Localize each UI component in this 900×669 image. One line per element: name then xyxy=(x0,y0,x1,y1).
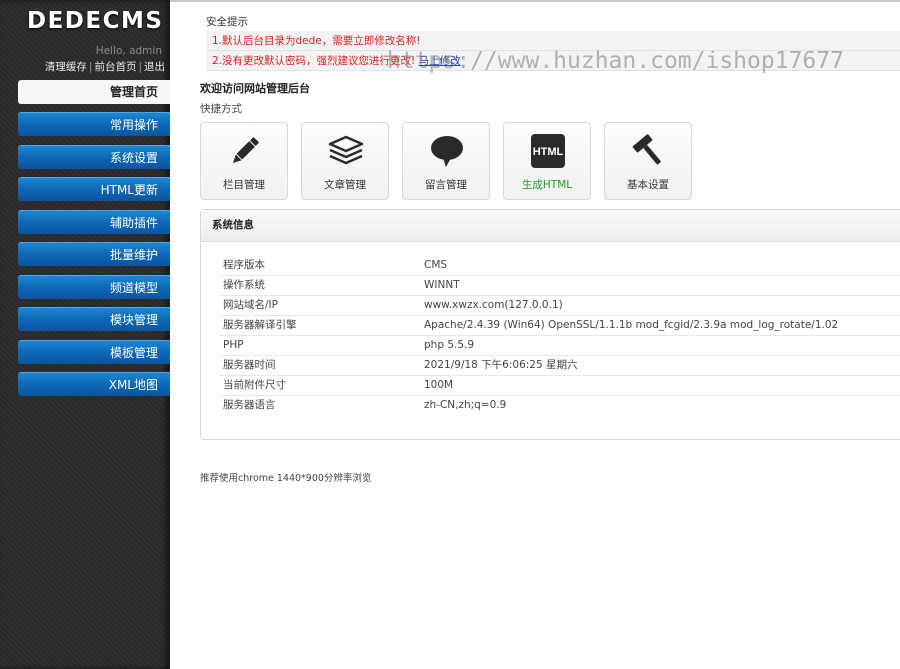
logo: DEDECMS xyxy=(27,8,164,34)
row-key: 服务器时间 xyxy=(223,359,276,371)
nav-item-xml-sitemap[interactable]: XML地图 xyxy=(18,372,170,396)
speech-bubble-icon xyxy=(431,136,463,167)
table-row: PHP php 5.5.9 xyxy=(220,336,900,356)
nav-item-plugins[interactable]: 辅助插件 xyxy=(18,210,170,234)
row-key: 网站域名/IP xyxy=(223,299,278,311)
row-value: zh-CN,zh;q=0.9 xyxy=(424,399,507,411)
table-row: 服务器语言 zh-CN,zh;q=0.9 xyxy=(220,396,900,415)
top-links: 清理缓存 | 前台首页 | 退出 xyxy=(45,59,165,74)
shortcuts-label: 快捷方式 xyxy=(200,103,242,115)
logout-link[interactable]: 退出 xyxy=(144,61,165,73)
pencil-icon xyxy=(232,137,259,164)
nav-item-common-ops[interactable]: 常用操作 xyxy=(18,112,170,136)
row-value: CMS xyxy=(424,259,448,271)
row-value: 100M xyxy=(424,379,454,391)
shortcut-basic-settings[interactable]: 基本设置 xyxy=(604,122,692,200)
table-row: 程序版本 CMS xyxy=(220,256,900,276)
table-row: 服务器时间 2021/9/18 下午6:06:25 星期六 xyxy=(220,356,900,376)
warning-text: 1.默认后台目录为dede，需要立即修改名称! xyxy=(212,35,421,47)
table-row: 操作系统 WINNT xyxy=(220,276,900,296)
row-key: 当前附件尺寸 xyxy=(223,379,286,391)
shortcut-label: 基本设置 xyxy=(627,179,669,191)
nav-item-channel-model[interactable]: 频道模型 xyxy=(18,275,170,299)
row-value: php 5.5.9 xyxy=(424,339,475,351)
security-tips-title: 安全提示 xyxy=(206,16,248,28)
row-value: www.xwzx.com(127.0.0.1) xyxy=(424,299,563,311)
separator: | xyxy=(88,61,93,73)
system-info-title: 系统信息 xyxy=(201,210,900,242)
warning-row: 2.没有更改默认密码，强烈建议您进行更改! 马上修改 xyxy=(206,51,900,71)
row-key: 服务器语言 xyxy=(223,399,276,411)
row-value: WINNT xyxy=(424,279,460,291)
separator: | xyxy=(138,61,142,73)
warning-text: 2.没有更改默认密码，强烈建议您进行更改! xyxy=(212,55,419,67)
shortcut-generate-html[interactable]: HTML 生成HTML xyxy=(503,122,591,200)
shortcut-column-management[interactable]: 栏目管理 xyxy=(200,122,288,200)
nav-item-batch-maintenance[interactable]: 批量维护 xyxy=(18,242,170,266)
shortcut-label: 栏目管理 xyxy=(223,179,265,191)
shortcut-label: 留言管理 xyxy=(425,179,467,191)
row-value: 2021/9/18 下午6:06:25 星期六 xyxy=(424,359,578,371)
html-icon-text: HTML xyxy=(533,146,564,158)
system-info-panel: 系统信息 程序版本 CMS 操作系统 WINNT 网站域名/IP www.xwz… xyxy=(200,209,900,440)
row-key: 服务器解译引擎 xyxy=(223,319,297,331)
row-key: PHP xyxy=(223,339,244,351)
browser-recommendation: 推荐使用chrome 1440*900分辨率浏览 xyxy=(200,473,372,484)
row-key: 程序版本 xyxy=(223,259,265,271)
main-content: 安全提示 1.默认后台目录为dede，需要立即修改名称! 2.没有更改默认密码，… xyxy=(170,0,900,669)
shortcut-message-management[interactable]: 留言管理 xyxy=(402,122,490,200)
welcome-title: 欢迎访问网站管理后台 xyxy=(200,82,310,95)
nav-item-template-management[interactable]: 模板管理 xyxy=(18,340,170,364)
sidebar: DEDECMS Hello, admin 清理缓存 | 前台首页 | 退出 管理首页 常… xyxy=(0,0,170,669)
hammer-icon xyxy=(632,134,661,165)
row-key: 操作系统 xyxy=(223,279,265,291)
warning-row: 1.默认后台目录为dede，需要立即修改名称! xyxy=(206,31,900,51)
shortcut-label: 生成HTML xyxy=(521,179,573,191)
nav-item-admin-home[interactable]: 管理首页 xyxy=(18,80,170,104)
nav-item-module-management[interactable]: 模块管理 xyxy=(18,307,170,331)
row-value: Apache/2.4.39 (Win64) OpenSSL/1.1.1b mod… xyxy=(424,319,839,331)
change-password-link[interactable]: 马上修改 xyxy=(419,55,461,67)
html-icon: HTML xyxy=(531,134,565,168)
stack-icon xyxy=(328,135,364,165)
nav-item-html-update[interactable]: HTML更新 xyxy=(18,177,170,201)
table-row: 当前附件尺寸 100M xyxy=(220,376,900,396)
top-divider xyxy=(170,0,900,2)
table-row: 网站域名/IP www.xwzx.com(127.0.0.1) xyxy=(220,296,900,316)
frontend-home-link[interactable]: 前台首页 xyxy=(94,61,136,73)
shortcut-article-management[interactable]: 文章管理 xyxy=(301,122,389,200)
nav-item-system-settings[interactable]: 系统设置 xyxy=(18,145,170,169)
shortcut-label: 文章管理 xyxy=(324,179,366,191)
clear-cache-link[interactable]: 清理缓存 xyxy=(45,61,87,73)
greeting: Hello, admin xyxy=(95,45,162,57)
table-row: 服务器解译引擎 Apache/2.4.39 (Win64) OpenSSL/1.… xyxy=(220,316,900,336)
